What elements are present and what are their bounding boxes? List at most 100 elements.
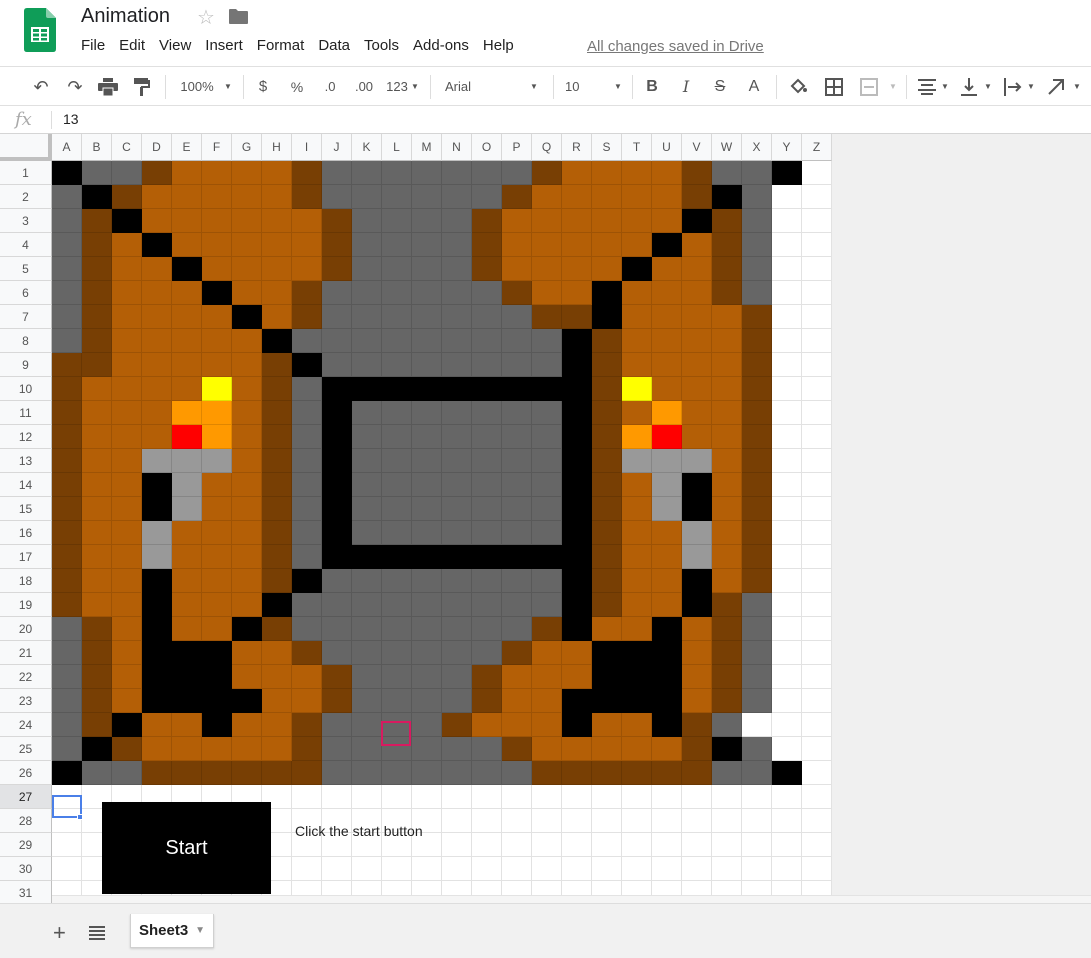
row-header[interactable]: 12 [0, 425, 52, 449]
cell[interactable] [412, 161, 442, 185]
cell[interactable] [82, 641, 112, 665]
cell[interactable] [442, 425, 472, 449]
cell[interactable] [442, 305, 472, 329]
cell[interactable] [442, 329, 472, 353]
cell[interactable] [622, 761, 652, 785]
column-header[interactable]: K [352, 134, 382, 161]
cell[interactable] [52, 233, 82, 257]
cell[interactable] [142, 689, 172, 713]
cell[interactable] [382, 305, 412, 329]
cell[interactable] [232, 353, 262, 377]
row-header[interactable]: 14 [0, 473, 52, 497]
cell[interactable] [742, 833, 772, 857]
column-header[interactable]: Z [802, 134, 832, 161]
cell[interactable] [202, 617, 232, 641]
cell[interactable] [592, 209, 622, 233]
cell[interactable] [472, 449, 502, 473]
cell[interactable] [742, 857, 772, 881]
cell[interactable] [442, 449, 472, 473]
cell[interactable] [682, 209, 712, 233]
cell[interactable] [262, 521, 292, 545]
column-header[interactable]: P [502, 134, 532, 161]
cell[interactable] [502, 569, 532, 593]
cell[interactable] [412, 617, 442, 641]
cell[interactable] [532, 425, 562, 449]
cell[interactable] [202, 713, 232, 737]
cell[interactable] [232, 377, 262, 401]
cell[interactable] [742, 233, 772, 257]
cell[interactable] [742, 305, 772, 329]
cell[interactable] [592, 185, 622, 209]
cell[interactable] [412, 377, 442, 401]
cell[interactable] [622, 257, 652, 281]
folder-icon[interactable] [229, 9, 248, 24]
cell[interactable] [772, 449, 802, 473]
cell[interactable] [562, 161, 592, 185]
cell[interactable] [682, 185, 712, 209]
row-header[interactable]: 20 [0, 617, 52, 641]
cell[interactable] [532, 713, 562, 737]
cell[interactable] [52, 545, 82, 569]
cell[interactable] [592, 569, 622, 593]
cell[interactable] [772, 617, 802, 641]
cell[interactable] [622, 833, 652, 857]
cell[interactable] [682, 257, 712, 281]
cell[interactable] [412, 233, 442, 257]
cell[interactable] [652, 521, 682, 545]
cell[interactable] [352, 737, 382, 761]
cell[interactable] [82, 713, 112, 737]
cell[interactable] [292, 377, 322, 401]
cell[interactable] [652, 281, 682, 305]
cell[interactable] [112, 593, 142, 617]
cell[interactable] [802, 761, 832, 785]
cell[interactable] [382, 425, 412, 449]
cell[interactable] [322, 353, 352, 377]
cell[interactable] [802, 665, 832, 689]
cell[interactable] [682, 449, 712, 473]
cell[interactable] [142, 449, 172, 473]
cell[interactable] [202, 377, 232, 401]
cell[interactable] [562, 329, 592, 353]
cell[interactable] [142, 329, 172, 353]
cell[interactable] [532, 545, 562, 569]
cell[interactable] [82, 257, 112, 281]
cell[interactable] [382, 665, 412, 689]
cell[interactable] [772, 689, 802, 713]
cell[interactable] [382, 449, 412, 473]
cell[interactable] [652, 641, 682, 665]
cell[interactable] [412, 737, 442, 761]
borders-icon[interactable] [825, 78, 843, 96]
row-header[interactable]: 2 [0, 185, 52, 209]
cell[interactable] [382, 641, 412, 665]
cell[interactable] [352, 401, 382, 425]
font-size-select[interactable]: 10 [565, 75, 591, 99]
cell[interactable] [442, 521, 472, 545]
cell[interactable] [142, 257, 172, 281]
cell[interactable] [472, 209, 502, 233]
cell[interactable] [82, 545, 112, 569]
column-header[interactable]: A [52, 134, 82, 161]
cell[interactable] [742, 329, 772, 353]
cell[interactable] [322, 281, 352, 305]
cell[interactable] [802, 545, 832, 569]
italic-button[interactable]: I [676, 75, 696, 99]
cell[interactable] [502, 401, 532, 425]
column-header[interactable]: E [172, 134, 202, 161]
cell[interactable] [472, 257, 502, 281]
cell[interactable] [292, 185, 322, 209]
cell[interactable] [232, 569, 262, 593]
cell[interactable] [652, 257, 682, 281]
cell[interactable] [82, 185, 112, 209]
cell[interactable] [352, 857, 382, 881]
cell[interactable] [142, 713, 172, 737]
cell[interactable] [592, 305, 622, 329]
cell[interactable] [232, 401, 262, 425]
cell[interactable] [622, 665, 652, 689]
cell[interactable] [652, 497, 682, 521]
save-status-link[interactable]: All changes saved in Drive [587, 38, 764, 55]
cell[interactable] [562, 353, 592, 377]
cell[interactable] [532, 305, 562, 329]
text-rotation-icon[interactable] [1047, 78, 1067, 96]
cell[interactable] [592, 545, 622, 569]
cell[interactable] [802, 401, 832, 425]
